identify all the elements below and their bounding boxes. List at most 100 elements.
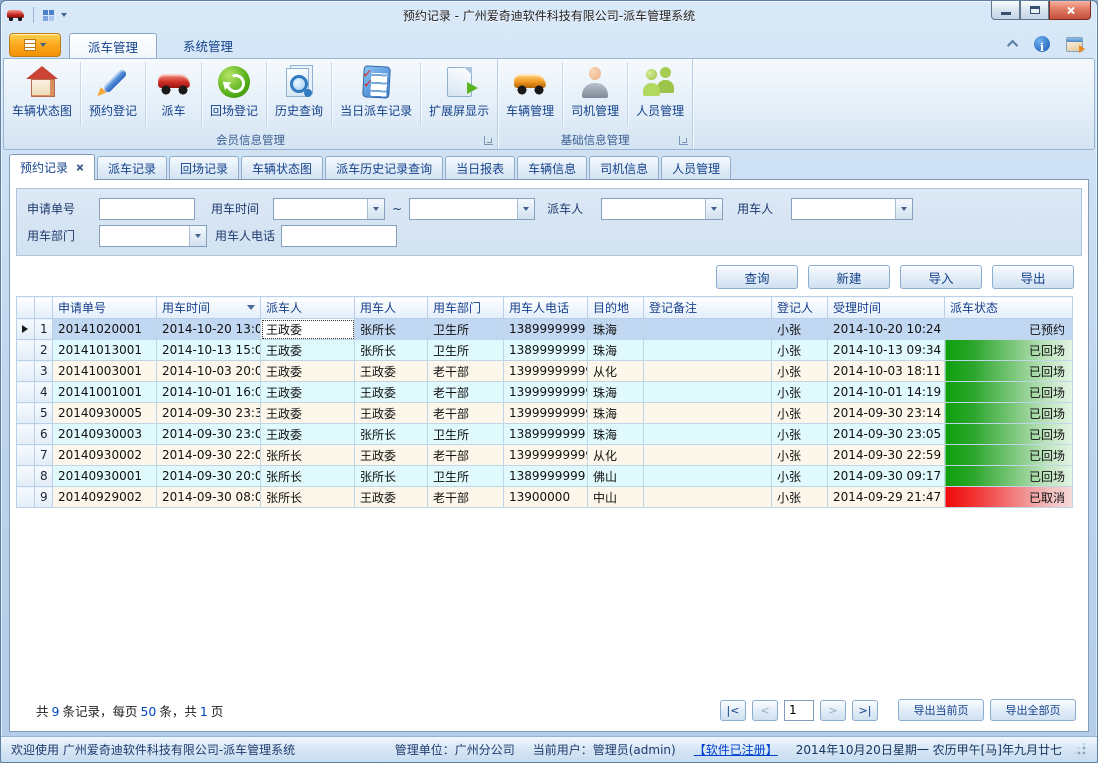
cell-user[interactable]: 王政委 (355, 382, 428, 403)
table-row[interactable]: 2201410130012014-10-13 15:00王政委张所长卫生所138… (17, 340, 1073, 361)
theme-style-icon[interactable] (1066, 37, 1083, 52)
cell-dispatch-status[interactable]: 已回场 (945, 445, 1073, 466)
cell-user[interactable]: 张所长 (355, 424, 428, 445)
tab-personnel-manage[interactable]: 人员管理 (661, 156, 731, 179)
info-icon[interactable] (1034, 36, 1050, 52)
cell-remark[interactable] (644, 424, 772, 445)
cell-dispatcher[interactable]: 张所长 (261, 487, 355, 508)
cell-registrar[interactable]: 小张 (772, 466, 828, 487)
table-row[interactable]: 6201409300032014-09-30 23:00王政委张所长卫生所138… (17, 424, 1073, 445)
cell-dept[interactable]: 卫生所 (428, 340, 504, 361)
combo-dropdown-button[interactable] (895, 199, 912, 219)
cell-order-no[interactable]: 20140930002 (53, 445, 157, 466)
prev-page-button[interactable]: < (752, 700, 778, 721)
cell-use-time[interactable]: 2014-09-30 23:00 (157, 424, 261, 445)
use-time-from-select[interactable] (273, 198, 385, 220)
cell-phone[interactable]: 1389999999 (504, 424, 588, 445)
tab-daily-report[interactable]: 当日报表 (445, 156, 515, 179)
cell-dest[interactable]: 佛山 (588, 466, 644, 487)
page-input[interactable] (784, 700, 814, 721)
cell-user[interactable]: 张所长 (355, 466, 428, 487)
row-indicator[interactable] (17, 403, 35, 424)
row-indicator[interactable] (17, 445, 35, 466)
cell-registrar[interactable]: 小张 (772, 361, 828, 382)
quick-access-caret-icon[interactable] (61, 13, 67, 17)
cell-accept-time[interactable]: 2014-09-30 23:14 (828, 403, 945, 424)
cell-dest[interactable]: 珠海 (588, 319, 644, 340)
cell-user[interactable]: 王政委 (355, 445, 428, 466)
cell-accept-time[interactable]: 2014-09-30 22:59 (828, 445, 945, 466)
column-header-dispatcher[interactable]: 派车人 (261, 297, 355, 319)
cell-dispatcher[interactable]: 王政委 (261, 361, 355, 382)
cell-dispatcher[interactable]: 张所长 (261, 466, 355, 487)
table-row[interactable]: 4201410010012014-10-01 16:00王政委王政委老干部139… (17, 382, 1073, 403)
cell-use-time[interactable]: 2014-09-30 20:00 (157, 466, 261, 487)
cell-dept[interactable]: 老干部 (428, 445, 504, 466)
table-row[interactable]: 7201409300022014-09-30 22:00张所长王政委老干部139… (17, 445, 1073, 466)
cell-dispatch-status[interactable]: 已回场 (945, 424, 1073, 445)
ribbon-button-personnel-manage[interactable]: 人员管理 (628, 62, 692, 126)
cell-user[interactable]: 张所长 (355, 340, 428, 361)
column-header-user[interactable]: 用车人 (355, 297, 428, 319)
column-header-registrar[interactable]: 登记人 (772, 297, 828, 319)
cell-registrar[interactable]: 小张 (772, 424, 828, 445)
quick-access-grid-icon[interactable] (42, 9, 55, 22)
cell-phone[interactable]: 1389999999 (504, 466, 588, 487)
first-page-button[interactable]: |< (720, 700, 746, 721)
table-row[interactable]: 8201409300012014-09-30 20:00张所长张所长卫生所138… (17, 466, 1073, 487)
cell-accept-time[interactable]: 2014-09-30 09:17 (828, 466, 945, 487)
cell-dispatcher[interactable]: 王政委 (261, 340, 355, 361)
cell-use-time[interactable]: 2014-10-01 16:00 (157, 382, 261, 403)
cell-use-time[interactable]: 2014-09-30 08:00 (157, 487, 261, 508)
column-header-remark[interactable]: 登记备注 (644, 297, 772, 319)
row-indicator[interactable] (17, 487, 35, 508)
cell-dest[interactable]: 珠海 (588, 403, 644, 424)
cell-remark[interactable] (644, 319, 772, 340)
cell-dispatch-status[interactable]: 已回场 (945, 361, 1073, 382)
combo-dropdown-button[interactable] (705, 199, 722, 219)
cell-registrar[interactable]: 小张 (772, 403, 828, 424)
cell-use-time[interactable]: 2014-10-13 15:00 (157, 340, 261, 361)
cell-accept-time[interactable]: 2014-10-03 18:11 (828, 361, 945, 382)
table-row[interactable]: 1201410200012014-10-20 13:00王政委张所长卫生所138… (17, 319, 1073, 340)
dispatcher-select[interactable] (601, 198, 723, 220)
cell-registrar[interactable]: 小张 (772, 319, 828, 340)
cell-dept[interactable]: 老干部 (428, 382, 504, 403)
ribbon-button-driver-manage[interactable]: 司机管理 (563, 62, 628, 126)
cell-phone[interactable]: 13999999999 (504, 403, 588, 424)
cell-user[interactable]: 张所长 (355, 319, 428, 340)
cell-registrar[interactable]: 小张 (772, 340, 828, 361)
row-indicator[interactable] (17, 361, 35, 382)
cell-dispatch-status[interactable]: 已回场 (945, 340, 1073, 361)
combo-dropdown-button[interactable] (517, 199, 534, 219)
cell-remark[interactable] (644, 361, 772, 382)
cell-dept[interactable]: 卫生所 (428, 424, 504, 445)
cell-dispatch-status[interactable]: 已取消 (945, 487, 1073, 508)
ribbon-tab-dispatch-manage[interactable]: 派车管理 (69, 33, 157, 58)
cell-use-time[interactable]: 2014-09-30 22:00 (157, 445, 261, 466)
cell-remark[interactable] (644, 403, 772, 424)
cell-user[interactable]: 王政委 (355, 361, 428, 382)
cell-dest[interactable]: 珠海 (588, 382, 644, 403)
cell-user[interactable]: 王政委 (355, 487, 428, 508)
cell-order-no[interactable]: 20140930005 (53, 403, 157, 424)
cell-phone[interactable]: 13999999999 (504, 361, 588, 382)
row-indicator[interactable] (17, 466, 35, 487)
application-menu-button[interactable] (9, 33, 61, 57)
cell-phone[interactable]: 1389999999 (504, 340, 588, 361)
last-page-button[interactable]: >| (852, 700, 878, 721)
use-time-to-select[interactable] (409, 198, 535, 220)
cell-phone[interactable]: 1389999999 (504, 319, 588, 340)
cell-phone[interactable]: 13999999999 (504, 445, 588, 466)
cell-dept[interactable]: 老干部 (428, 487, 504, 508)
cell-accept-time[interactable]: 2014-09-30 23:05 (828, 424, 945, 445)
ribbon-button-extended-screen[interactable]: 扩展屏显示 (421, 62, 497, 126)
combo-dropdown-button[interactable] (189, 226, 206, 246)
cell-accept-time[interactable]: 2014-10-20 10:24 (828, 319, 945, 340)
cell-order-no[interactable]: 20141013001 (53, 340, 157, 361)
cell-accept-time[interactable]: 2014-09-29 21:47 (828, 487, 945, 508)
cell-order-no[interactable]: 20141020001 (53, 319, 157, 340)
export-all-pages-button[interactable]: 导出全部页 (990, 699, 1076, 721)
column-header-use-time[interactable]: 用车时间 (157, 297, 261, 319)
cell-remark[interactable] (644, 382, 772, 403)
